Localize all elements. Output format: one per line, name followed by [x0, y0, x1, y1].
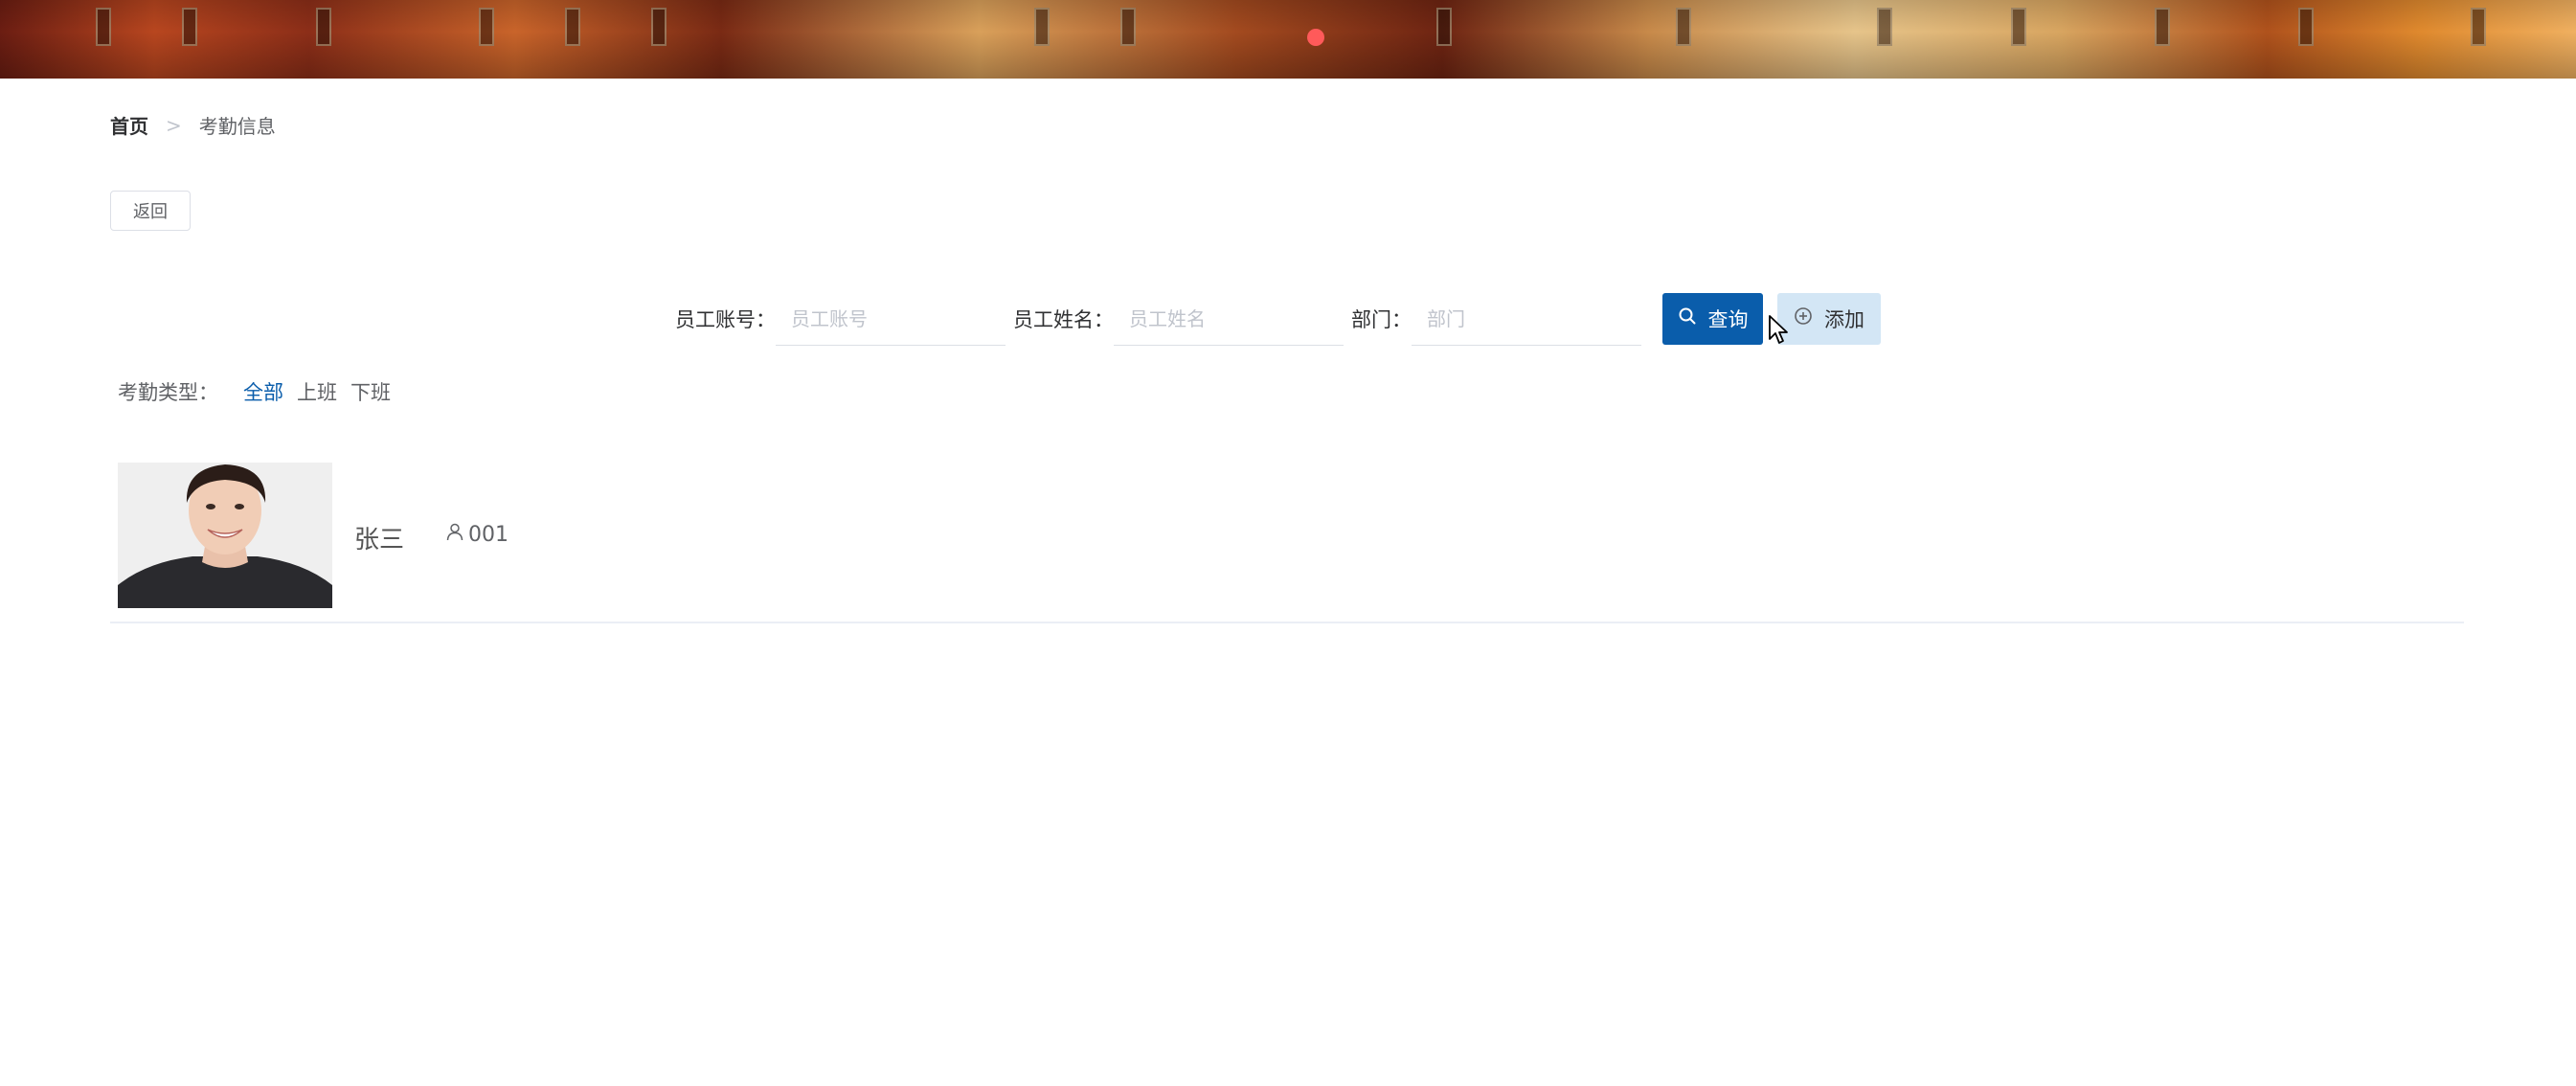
dept-input[interactable] [1412, 292, 1641, 346]
filter-label: 考勤类型： [118, 381, 218, 404]
name-label: 员工姓名： [1013, 308, 1114, 331]
user-icon [445, 522, 464, 547]
name-input[interactable] [1114, 292, 1344, 346]
avatar [118, 463, 332, 608]
breadcrumb: 首页 > 考勤信息 [110, 111, 276, 139]
mouse-cursor-icon [1768, 314, 1789, 349]
banner-shade [0, 0, 2576, 79]
account-label: 员工账号： [675, 308, 776, 331]
account-input[interactable] [776, 292, 1006, 346]
filter-option-all[interactable]: 全部 [243, 377, 283, 406]
banner-dot [1307, 29, 1324, 46]
search-icon [1678, 306, 1697, 331]
filter-option-checkout[interactable]: 下班 [350, 377, 391, 406]
breadcrumb-separator: > [166, 113, 182, 137]
filter-option-checkin[interactable]: 上班 [297, 377, 337, 406]
search-bar: 员工账号： 员工姓名： 部门： 查询 添加 [675, 292, 1881, 346]
employee-name: 张三 [354, 526, 405, 554]
attendance-type-filter: 考勤类型： 全部 上班 下班 [118, 377, 404, 406]
employee-account: 001 [445, 522, 508, 547]
query-label: 查询 [1707, 309, 1749, 331]
back-button[interactable]: 返回 [110, 191, 191, 231]
header-banner [0, 0, 2576, 79]
breadcrumb-current: 考勤信息 [198, 115, 276, 138]
attendance-record[interactable]: 张三 001 [110, 463, 2464, 623]
add-button[interactable]: 添加 [1777, 293, 1881, 345]
dept-label: 部门： [1351, 308, 1412, 331]
breadcrumb-home[interactable]: 首页 [110, 111, 148, 139]
plus-circle-icon [1794, 306, 1813, 331]
employee-account-value: 001 [468, 522, 508, 547]
query-button[interactable]: 查询 [1662, 293, 1763, 345]
add-label: 添加 [1824, 309, 1864, 331]
